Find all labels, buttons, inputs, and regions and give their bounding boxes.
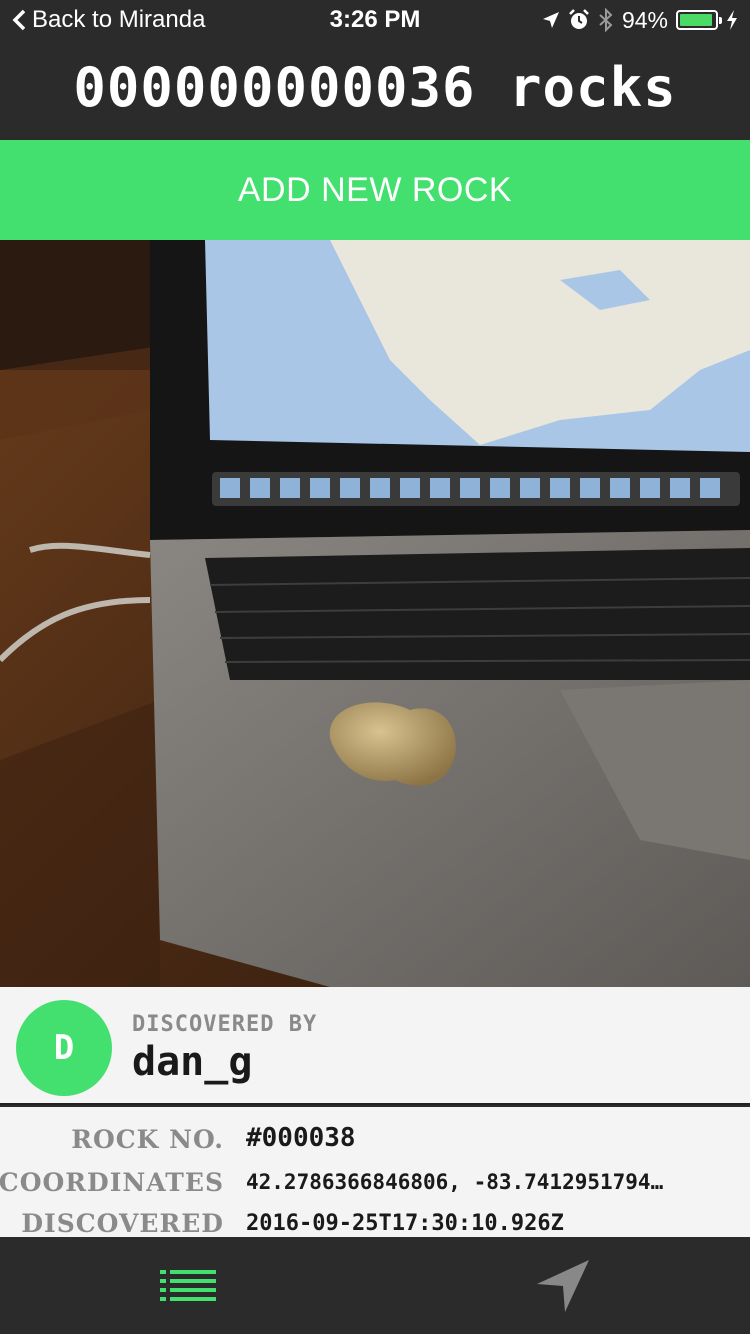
status-bar: Back to Miranda 3:26 PM 94% <box>0 0 750 40</box>
rock-count-title: 000000000036 rocks <box>73 56 677 119</box>
detail-value: 2016-09-25T17:30:10.926Z <box>246 1211 564 1236</box>
rock-details: ROCK NO. #000038 COORDINATES 42.27863668… <box>0 1107 750 1237</box>
rock-photo-image <box>0 240 750 987</box>
status-indicators: 94% <box>542 6 738 34</box>
tab-list[interactable] <box>0 1237 375 1334</box>
tab-navigate[interactable] <box>375 1237 750 1334</box>
navigation-arrow-icon <box>536 1259 589 1312</box>
discovered-by-label: DISCOVERED BY <box>132 1012 318 1037</box>
rock-photo <box>0 240 750 987</box>
detail-row-discovered: DISCOVERED 2016-09-25T17:30:10.926Z <box>0 1209 750 1237</box>
charging-bolt-icon <box>727 10 737 30</box>
detail-value: 42.2786366846806, -83.7412951794… <box>246 1170 664 1194</box>
detail-row-coordinates: COORDINATES 42.2786366846806, -83.741295… <box>0 1168 750 1204</box>
alarm-icon <box>569 9 589 29</box>
battery-icon <box>676 10 722 30</box>
tab-bar <box>0 1237 750 1334</box>
battery-level <box>680 14 712 26</box>
detail-row-rock-number: ROCK NO. #000038 <box>0 1123 750 1161</box>
detail-value: #000038 <box>246 1123 356 1153</box>
location-icon <box>542 12 559 28</box>
discoverer-name[interactable]: dan_g <box>132 1039 252 1085</box>
avatar[interactable]: D <box>16 1000 112 1096</box>
header: 000000000036 rocks <box>0 40 750 140</box>
detail-key: COORDINATES <box>0 1168 224 1197</box>
add-new-rock-button[interactable]: ADD NEW ROCK <box>0 140 750 240</box>
discoverer-section: D DISCOVERED BY dan_g <box>0 987 750 1105</box>
battery-percent: 94% <box>621 6 668 33</box>
list-icon <box>159 1269 216 1301</box>
detail-key: ROCK NO. <box>71 1125 224 1154</box>
bluetooth-icon <box>599 8 613 32</box>
detail-key: DISCOVERED <box>21 1209 224 1237</box>
